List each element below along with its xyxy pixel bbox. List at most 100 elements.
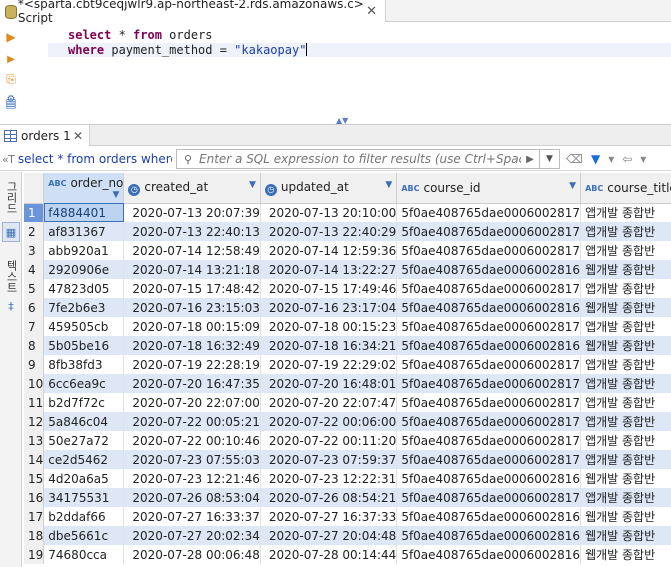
table-cell-course_title[interactable]: 앱개발 종합반 <box>580 412 671 431</box>
chevron-down-icon[interactable]: ▾ <box>640 152 646 166</box>
table-cell-created_at[interactable]: 2020-07-16 23:15:03 <box>123 298 261 317</box>
export-icon[interactable]: ⎘ <box>4 72 18 86</box>
table-cell-updated_at[interactable]: 2020-07-23 12:22:31 <box>260 469 398 488</box>
table-cell-order_no[interactable]: 5b05be16 <box>43 336 125 355</box>
text-view-icon[interactable]: ‡ <box>2 298 20 314</box>
table-cell-created_at[interactable]: 2020-07-26 08:53:04 <box>123 488 261 507</box>
table-cell-course_title[interactable]: 앱개발 종합반 <box>580 488 671 507</box>
table-row[interactable]: 17 b2ddaf66 2020-07-27 16:33:37 2020-07-27 … <box>24 507 671 526</box>
table-cell-order_no[interactable]: 5a846c04 <box>43 412 125 431</box>
table-row[interactable]: 18 dbe5661c 2020-07-27 20:02:34 2020-07-27 … <box>24 526 671 545</box>
table-cell-order_no[interactable]: b2ddaf66 <box>43 507 125 526</box>
table-row[interactable]: 10 6cc6ea9c 2020-07-20 16:47:35 2020-07-20 … <box>24 374 671 393</box>
text-view-button[interactable]: 텍스트 <box>2 254 20 298</box>
apply-filter-icon[interactable]: ▶ <box>521 154 539 165</box>
table-cell-course_title[interactable]: 웹개발 종합반 <box>580 507 671 526</box>
table-cell-updated_at[interactable]: 2020-07-18 16:34:21 <box>260 336 398 355</box>
table-cell-order_no[interactable]: 34175531 <box>43 488 125 507</box>
table-cell-created_at[interactable]: 2020-07-15 17:48:42 <box>123 279 261 298</box>
table-cell-course_id[interactable]: 5f0ae408765dae0006002817 <box>396 203 582 222</box>
code-line-1[interactable]: select * from orders <box>68 28 213 42</box>
table-cell-order_no[interactable]: ce2d5462 <box>43 450 125 469</box>
sort-icon[interactable]: ▼ <box>249 180 256 190</box>
table-cell-updated_at[interactable]: 2020-07-22 00:11:20 <box>260 431 398 450</box>
sort-icon[interactable]: ▼ <box>112 190 119 200</box>
table-cell-course_title[interactable]: 앱개발 종합반 <box>580 450 671 469</box>
table-row[interactable]: 5 47823d05 2020-07-15 17:48:42 2020-07-15 1… <box>24 279 671 298</box>
table-cell-course_id[interactable]: 5f0ae408765dae0006002817 <box>396 222 582 241</box>
table-cell-order_no[interactable]: 4d20a6a5 <box>43 469 125 488</box>
table-cell-updated_at[interactable]: 2020-07-22 00:06:00 <box>260 412 398 431</box>
table-cell-course_title[interactable]: 웹개발 종합반 <box>580 469 671 488</box>
grid-view-icon[interactable]: ▦ <box>2 222 20 242</box>
table-cell-updated_at[interactable]: 2020-07-26 08:54:21 <box>260 488 398 507</box>
table-cell-order_no[interactable]: dbe5661c <box>43 526 125 545</box>
table-cell-course_id[interactable]: 5f0ae408765dae0006002816 <box>396 469 582 488</box>
table-cell-updated_at[interactable]: 2020-07-19 22:29:02 <box>260 355 398 374</box>
row-number[interactable]: 4 <box>24 260 45 279</box>
chevron-down-icon[interactable]: ▾ <box>608 152 614 166</box>
row-number[interactable]: 13 <box>24 431 45 450</box>
table-cell-course_id[interactable]: 5f0ae408765dae0006002816 <box>396 298 582 317</box>
table-row[interactable]: 4 2920906e 2020-07-14 13:21:18 2020-07-14 1… <box>24 260 671 279</box>
table-cell-course_title[interactable]: 앱개발 종합반 <box>580 393 671 412</box>
table-row[interactable]: 1 f4884401 2020-07-13 20:07:39 2020-07-13 2… <box>24 203 671 222</box>
table-cell-updated_at[interactable]: 2020-07-14 12:59:36 <box>260 241 398 260</box>
table-cell-course_title[interactable]: 앱개발 종합반 <box>580 241 671 260</box>
table-cell-created_at[interactable]: 2020-07-22 00:10:46 <box>123 431 261 450</box>
row-number[interactable]: 18 <box>24 526 45 545</box>
sort-icon[interactable]: ▼ <box>569 181 576 191</box>
sort-icon[interactable]: ▼ <box>385 180 392 190</box>
table-cell-course_id[interactable]: 5f0ae408765dae0006002816 <box>396 260 582 279</box>
row-number[interactable]: 14 <box>24 450 45 469</box>
table-cell-updated_at[interactable]: 2020-07-13 20:10:00 <box>260 203 398 222</box>
table-cell-order_no[interactable]: 8fb38fd3 <box>43 355 125 374</box>
table-cell-updated_at[interactable]: 2020-07-15 17:49:46 <box>260 279 398 298</box>
table-cell-created_at[interactable]: 2020-07-23 07:55:03 <box>123 450 261 469</box>
execute-script-icon[interactable]: ▶ <box>4 52 18 66</box>
table-row[interactable]: 9 8fb38fd3 2020-07-19 22:28:19 2020-07-19 2… <box>24 355 671 374</box>
current-query-label[interactable]: «T select * from orders where p <box>2 150 172 168</box>
table-cell-course_id[interactable]: 5f0ae408765dae0006002817 <box>396 374 582 393</box>
table-cell-course_title[interactable]: 앱개발 종합반 <box>580 374 671 393</box>
table-cell-course_id[interactable]: 5f0ae408765dae0006002817 <box>396 412 582 431</box>
table-cell-course_title[interactable]: 웹개발 종합반 <box>580 336 671 355</box>
table-row[interactable]: 13 50e27a72 2020-07-22 00:10:46 2020-07-22 … <box>24 431 671 450</box>
close-icon[interactable]: ✕ <box>73 129 83 143</box>
table-cell-updated_at[interactable]: 2020-07-27 16:37:33 <box>260 507 398 526</box>
close-icon[interactable]: ✕ <box>366 4 377 19</box>
table-cell-created_at[interactable]: 2020-07-19 22:28:19 <box>123 355 261 374</box>
table-cell-course_title[interactable]: 앱개발 종합반 <box>580 222 671 241</box>
table-cell-course_id[interactable]: 5f0ae408765dae0006002817 <box>396 393 582 412</box>
row-number[interactable]: 1 <box>24 203 45 222</box>
table-cell-updated_at[interactable]: 2020-07-27 20:04:48 <box>260 526 398 545</box>
table-cell-order_no[interactable]: abb920a1 <box>43 241 125 260</box>
table-row[interactable]: 3 abb920a1 2020-07-14 12:58:49 2020-07-14 1… <box>24 241 671 260</box>
table-cell-created_at[interactable]: 2020-07-27 16:33:37 <box>123 507 261 526</box>
table-row[interactable]: 8 5b05be16 2020-07-18 16:32:49 2020-07-18 1… <box>24 336 671 355</box>
row-number[interactable]: 11 <box>24 393 45 412</box>
back-arrow-icon[interactable]: ⇦ <box>622 152 632 166</box>
table-row[interactable]: 15 4d20a6a5 2020-07-23 12:21:46 2020-07-23 … <box>24 469 671 488</box>
row-number[interactable]: 17 <box>24 507 45 526</box>
table-cell-created_at[interactable]: 2020-07-22 00:05:21 <box>123 412 261 431</box>
table-row[interactable]: 16 34175531 2020-07-26 08:53:04 2020-07-26 … <box>24 488 671 507</box>
table-cell-updated_at[interactable]: 2020-07-23 07:59:37 <box>260 450 398 469</box>
table-cell-course_id[interactable]: 5f0ae408765dae0006002817 <box>396 431 582 450</box>
table-cell-created_at[interactable]: 2020-07-20 16:47:35 <box>123 374 261 393</box>
table-cell-created_at[interactable]: 2020-07-14 13:21:18 <box>123 260 261 279</box>
table-row[interactable]: 14 ce2d5462 2020-07-23 07:55:03 2020-07-23 … <box>24 450 671 469</box>
column-header-3[interactable]: ABC course_id ▼ <box>396 173 582 204</box>
table-cell-created_at[interactable]: 2020-07-28 00:06:48 <box>123 545 261 564</box>
table-cell-created_at[interactable]: 2020-07-13 22:40:13 <box>123 222 261 241</box>
table-cell-order_no[interactable]: f4884401 <box>43 203 125 222</box>
table-cell-created_at[interactable]: 2020-07-13 20:07:39 <box>123 203 261 222</box>
table-cell-course_id[interactable]: 5f0ae408765dae0006002817 <box>396 488 582 507</box>
table-cell-course_title[interactable]: 앱개발 종합반 <box>580 279 671 298</box>
row-number[interactable]: 6 <box>24 298 45 317</box>
table-cell-updated_at[interactable]: 2020-07-18 00:15:23 <box>260 317 398 336</box>
table-cell-order_no[interactable]: 47823d05 <box>43 279 125 298</box>
row-number[interactable]: 5 <box>24 279 45 298</box>
table-cell-course_title[interactable]: 앱개발 종합반 <box>580 431 671 450</box>
table-cell-created_at[interactable]: 2020-07-14 12:58:49 <box>123 241 261 260</box>
